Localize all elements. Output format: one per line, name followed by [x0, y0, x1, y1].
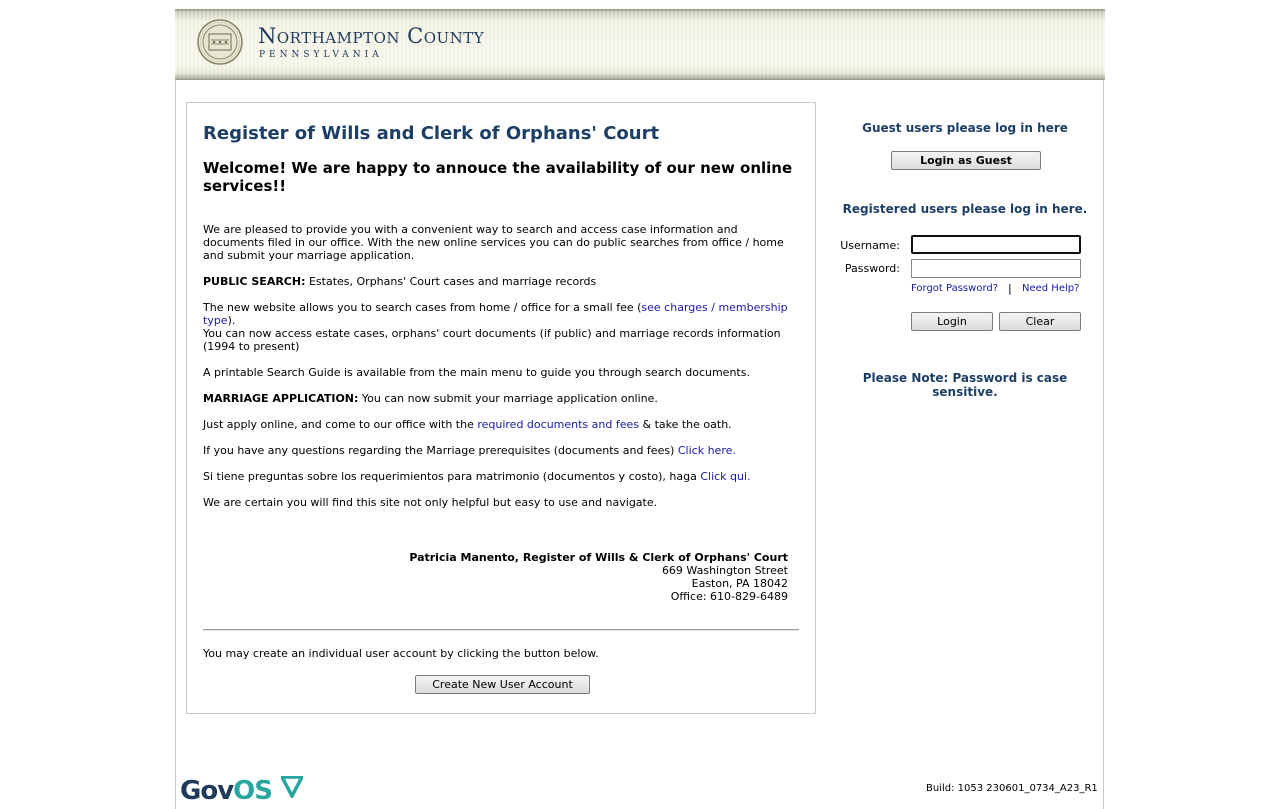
access-text: You can now access estate cases, orphans…	[203, 327, 781, 353]
clear-button[interactable]: Clear	[999, 312, 1081, 331]
username-input[interactable]	[911, 235, 1081, 254]
forgot-password-link[interactable]: Forgot Password?	[911, 283, 998, 294]
signature-city: Easton, PA 18042	[691, 577, 788, 590]
registered-heading: Registered users please log in here.	[842, 202, 1088, 216]
create-account-note: You may create an individual user accoun…	[203, 647, 599, 660]
click-here-link[interactable]: Click here.	[678, 444, 736, 457]
apply-text: Just apply online, and come to our offic…	[203, 418, 478, 431]
public-search-label: PUBLIC SEARCH:	[203, 275, 306, 288]
link-separator: |	[1008, 282, 1012, 295]
signature-block: Patricia Manento, Register of Wills & Cl…	[409, 551, 788, 603]
closing-text: We are certain you will find this site n…	[203, 496, 658, 509]
marriage-text: You can now submit your marriage applica…	[358, 392, 658, 405]
signature-name: Patricia Manento, Register of Wills & Cl…	[409, 551, 788, 564]
state-name: PENNSYLVANIA	[259, 50, 383, 60]
guest-heading: Guest users please log in here	[862, 121, 1068, 135]
signature-street: 669 Washington Street	[661, 564, 788, 577]
password-input[interactable]	[911, 259, 1081, 278]
login-button[interactable]: Login	[911, 312, 993, 331]
click-qui-link[interactable]: Click qui.	[700, 470, 750, 483]
govos-logo-os: OS	[233, 776, 273, 800]
password-note: Please Note: Password is case sensitive.	[862, 371, 1068, 399]
welcome-panel: Register of Wills and Clerk of Orphans' …	[186, 102, 816, 714]
apply-paragraph: Just apply online, and come to our offic…	[203, 418, 793, 431]
govos-logo-gov: Gov	[180, 776, 234, 800]
password-label: Password:	[844, 262, 900, 275]
office-title: Register of Wills and Clerk of Orphans' …	[203, 123, 660, 144]
welcome-content: Register of Wills and Clerk of Orphans' …	[203, 123, 799, 509]
divider	[203, 629, 799, 631]
build-info: Build: 1053 230601_0734_A23_R1	[926, 783, 1098, 794]
welcome-heading: Welcome! We are happy to annouce the ava…	[203, 159, 793, 195]
public-search-text: Estates, Orphans' Court cases and marria…	[305, 275, 597, 288]
apply-end: & take the oath.	[639, 418, 732, 431]
public-search-paragraph: PUBLIC SEARCH: Estates, Orphans' Court c…	[203, 275, 793, 288]
spanish-paragraph: Si tiene preguntas sobre los requerimien…	[203, 470, 793, 483]
need-help-link[interactable]: Need Help?	[1022, 283, 1079, 294]
username-label: Username:	[840, 239, 900, 252]
create-account-button[interactable]: Create New User Account	[415, 675, 590, 694]
required-documents-link[interactable]: required documents and fees	[477, 418, 639, 431]
intro-text: We are pleased to provide you with a con…	[203, 223, 784, 262]
marriage-paragraph: MARRIAGE APPLICATION: You can now submit…	[203, 392, 793, 405]
fee-text: The new website allows you to search cas…	[203, 301, 642, 314]
spanish-text: Si tiene preguntas sobre los requerimien…	[203, 470, 701, 483]
fee-paragraph: The new website allows you to search cas…	[203, 301, 793, 327]
govos-logo: GovOS	[180, 776, 304, 800]
signature-phone: Office: 610-829-6489	[670, 590, 788, 603]
county-name: Northampton County	[258, 24, 485, 48]
questions-paragraph: If you have any questions regarding the …	[203, 444, 793, 457]
guest-login-button[interactable]: Login as Guest	[891, 151, 1041, 170]
fee-end: ).	[227, 314, 236, 327]
county-seal-icon	[197, 19, 243, 65]
site-header: Northampton County PENNSYLVANIA	[175, 9, 1105, 80]
govos-check-icon	[281, 776, 303, 798]
marriage-label: MARRIAGE APPLICATION:	[203, 392, 359, 405]
guide-text: A printable Search Guide is available fr…	[203, 366, 750, 379]
govos-logo-text: GovOS	[180, 776, 273, 800]
questions-text: If you have any questions regarding the …	[203, 444, 678, 457]
